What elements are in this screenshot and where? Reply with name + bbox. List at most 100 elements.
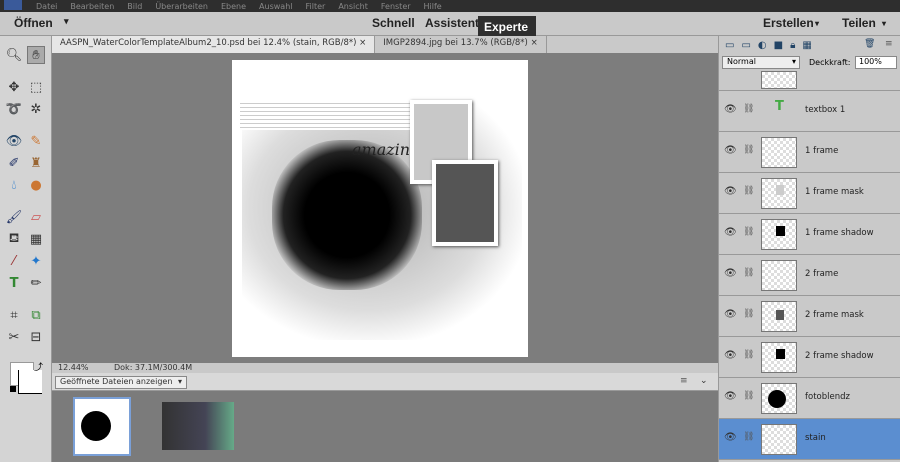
open-dropdown-icon[interactable]: ▾ xyxy=(64,16,69,27)
visibility-eye-icon[interactable]: 👁︎ xyxy=(724,227,737,238)
layer-row-partial[interactable] xyxy=(719,71,900,91)
visibility-eye-icon[interactable]: 👁︎ xyxy=(724,432,737,443)
layer-row[interactable]: 👁︎ ⛓︎ 2 frame xyxy=(719,255,900,296)
layer-toolbar-icons[interactable]: ▭▭◐■🔒︎▦ xyxy=(725,40,819,51)
eyedropper-icon[interactable]: ⁄ xyxy=(5,252,23,270)
link-icon[interactable]: ⛓︎ xyxy=(743,145,754,155)
spot-healing-icon[interactable]: ✎ xyxy=(27,132,45,150)
mode-guided[interactable]: Assistent xyxy=(425,16,479,30)
visibility-eye-icon[interactable]: 👁︎ xyxy=(724,309,737,320)
layers-panel: ▭▭◐■🔒︎▦ 🗑︎ ≡ Normal ▾ Deckkraft: 100% 👁︎ ⛓… xyxy=(718,36,900,462)
menu-item[interactable]: Ansicht xyxy=(338,2,368,11)
menu-item[interactable]: Ebene xyxy=(221,2,246,11)
bin-menu-icon[interactable]: ≡ xyxy=(680,376,688,386)
move-tool-icon[interactable]: ✥ xyxy=(5,78,23,96)
pencil-tool-icon[interactable]: ✏︎ xyxy=(27,274,45,292)
visibility-eye-icon[interactable]: 👁︎ xyxy=(724,350,737,361)
layer-row[interactable]: 👁︎ ⛓︎ 2 frame shadow xyxy=(719,337,900,378)
create-button[interactable]: Erstellen xyxy=(763,16,814,30)
link-icon[interactable]: ⛓︎ xyxy=(743,432,754,442)
layer-row[interactable]: 👁︎ ⛓︎ Ttextbox 1 xyxy=(719,91,900,132)
clone-stamp-icon[interactable]: ♜ xyxy=(27,154,45,172)
layer-row[interactable]: 👁︎ ⛓︎ 1 frame shadow xyxy=(719,214,900,255)
open-button[interactable]: Öffnen xyxy=(14,16,53,30)
visibility-eye-icon[interactable]: 👁︎ xyxy=(724,145,737,156)
delete-layer-icon[interactable]: 🗑︎ xyxy=(864,39,875,49)
crop-tool-icon[interactable]: ⌗ xyxy=(5,306,23,324)
menu-item[interactable]: Bearbeiten xyxy=(70,2,114,11)
layer-row[interactable]: 👁︎ ⛓︎ 1 frame mask xyxy=(719,173,900,214)
layer-row[interactable]: 👁︎ ⛓︎ 2 frame mask xyxy=(719,296,900,337)
close-icon[interactable]: × xyxy=(359,38,366,48)
menu-item[interactable]: Bild xyxy=(127,2,142,11)
content-aware-move-icon[interactable]: ✂ xyxy=(5,328,23,346)
paint-bucket-icon[interactable]: ⛾ xyxy=(5,230,23,248)
menu-item[interactable]: Fenster xyxy=(381,2,411,11)
recompose-tool-icon[interactable]: ⧉ xyxy=(27,306,45,324)
close-icon[interactable]: × xyxy=(531,38,538,48)
menu-bar: Datei Bearbeiten Bild Überarbeiten Ebene Ausw… xyxy=(0,0,900,12)
hand-tool-icon[interactable]: ✋︎ xyxy=(27,46,45,64)
zoom-tool-icon[interactable]: 🔍︎ xyxy=(5,46,23,64)
visibility-eye-icon[interactable]: 👁︎ xyxy=(724,186,737,197)
tab-document-1[interactable]: AASPN_WaterColorTemplateAlbum2_10.psd be… xyxy=(52,36,376,53)
collapse-bin-icon[interactable]: ⌄ xyxy=(700,376,708,386)
document-canvas[interactable]: amazing xyxy=(232,60,528,357)
link-icon[interactable]: ⛓︎ xyxy=(743,104,754,114)
opacity-input[interactable]: 100% xyxy=(855,56,897,69)
layer-name: textbox 1 xyxy=(805,105,846,115)
tab-document-2[interactable]: IMGP2894.jpg bei 13.7% (RGB/8*) × xyxy=(375,36,547,53)
link-icon[interactable]: ⛓︎ xyxy=(743,268,754,278)
default-colors-icon[interactable] xyxy=(10,386,16,392)
bin-thumbnail-1[interactable] xyxy=(73,397,131,456)
document-tabs: AASPN_WaterColorTemplateAlbum2_10.psd be… xyxy=(52,36,718,53)
layer-row[interactable]: 👁︎ ⛓︎ fotoblendz xyxy=(719,378,900,419)
visibility-eye-icon[interactable]: 👁︎ xyxy=(724,268,737,279)
share-button[interactable]: Teilen xyxy=(842,16,876,30)
blend-mode-value: Normal xyxy=(727,57,756,66)
blur-tool-icon[interactable]: 💧︎ xyxy=(5,176,23,194)
menu-item[interactable]: Hilfe xyxy=(424,2,442,11)
text-tool-icon[interactable]: T xyxy=(5,274,23,292)
layer-name: 2 frame xyxy=(805,269,839,279)
photo-bin-header: Geöffnete Dateien anzeigen ▾ ≡ ⌄ xyxy=(52,373,718,391)
layer-name: stain xyxy=(805,433,826,443)
link-icon[interactable]: ⛓︎ xyxy=(743,227,754,237)
layer-row[interactable]: 👁︎ ⛓︎ 1 frame xyxy=(719,132,900,173)
lasso-tool-icon[interactable]: ➰ xyxy=(5,100,23,118)
gradient-tool-icon[interactable]: ▦ xyxy=(27,230,45,248)
text-block xyxy=(240,100,430,130)
menu-item[interactable]: Auswahl xyxy=(259,2,292,11)
straighten-tool-icon[interactable]: ⊟ xyxy=(27,328,45,346)
canvas-area[interactable]: amazing xyxy=(52,53,718,363)
bin-dropdown[interactable]: Geöffnete Dateien anzeigen ▾ xyxy=(55,376,187,389)
panel-menu-icon[interactable]: ≡ xyxy=(885,39,893,49)
mode-quick[interactable]: Schnell xyxy=(372,16,415,30)
menu-item[interactable]: Überarbeiten xyxy=(155,2,208,11)
marquee-tool-icon[interactable]: ⬚ xyxy=(27,78,45,96)
layer-row[interactable]: 👁︎ ⛓︎ stain xyxy=(719,419,900,460)
app-logo xyxy=(4,0,22,10)
tab-label: IMGP2894.jpg bei 13.7% (RGB/8*) xyxy=(383,38,528,48)
visibility-eye-icon[interactable]: 👁︎ xyxy=(724,391,737,402)
link-icon[interactable]: ⛓︎ xyxy=(743,309,754,319)
link-icon[interactable]: ⛓︎ xyxy=(743,391,754,401)
swap-colors-icon[interactable]: ⤴ xyxy=(34,360,43,373)
menu-item[interactable]: Filter xyxy=(306,2,326,11)
visibility-eye-icon[interactable]: 👁︎ xyxy=(724,104,737,115)
bin-thumbnail-2[interactable] xyxy=(162,402,234,450)
link-icon[interactable]: ⛓︎ xyxy=(743,186,754,196)
sponge-tool-icon[interactable]: ● xyxy=(27,176,45,194)
blend-mode-select[interactable]: Normal ▾ xyxy=(722,56,800,69)
background-color-swatch[interactable] xyxy=(18,370,42,394)
layer-name: 1 frame mask xyxy=(805,187,864,197)
menu-item[interactable]: Datei xyxy=(36,2,57,11)
brush-tool-icon[interactable]: 🖌︎ xyxy=(5,208,23,226)
link-icon[interactable]: ⛓︎ xyxy=(743,350,754,360)
layer-thumbnail xyxy=(761,260,797,291)
eye-tool-icon[interactable]: 👁︎ xyxy=(5,132,23,150)
custom-shape-icon[interactable]: ✦ xyxy=(27,252,45,270)
smart-brush-icon[interactable]: ✐ xyxy=(5,154,23,172)
eraser-tool-icon[interactable]: ▱ xyxy=(27,208,45,226)
magic-wand-icon[interactable]: ✲ xyxy=(27,100,45,118)
